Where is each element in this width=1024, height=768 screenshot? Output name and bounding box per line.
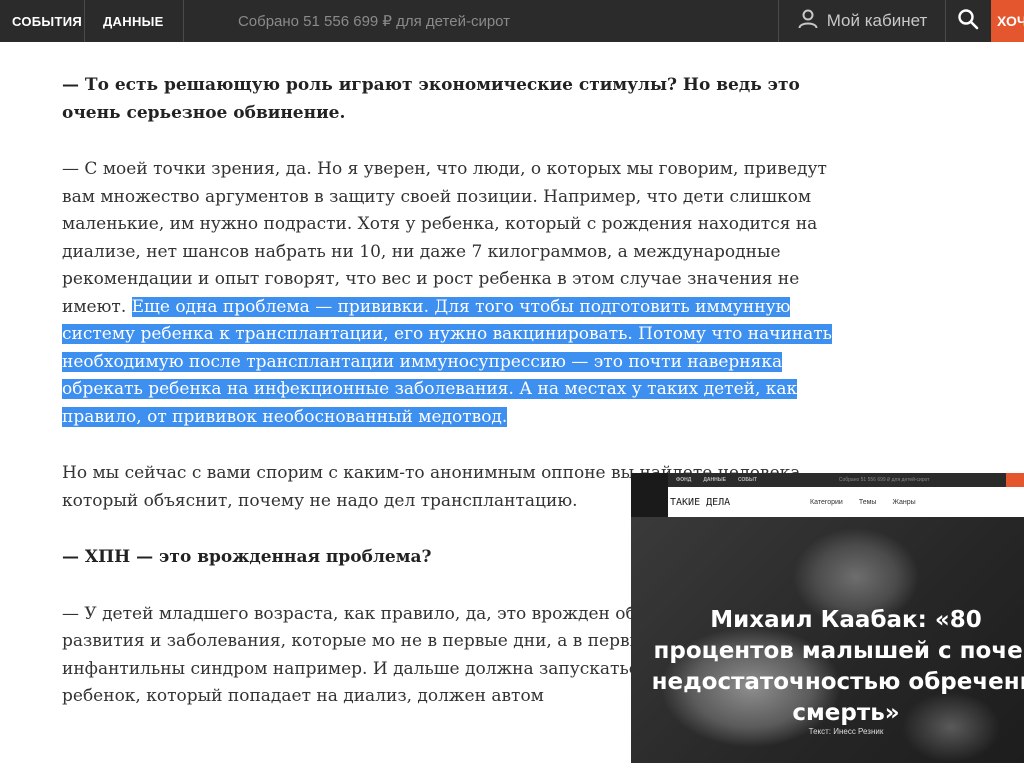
video-menu-categories: Категории: [810, 498, 843, 506]
video-mini-nav-2: ДАННЫЕ: [703, 477, 726, 483]
my-account-button[interactable]: Мой кабинет: [778, 0, 946, 42]
nav-data[interactable]: ДАННЫЕ: [85, 0, 184, 42]
video-mini-nav-3: СОБЫТ: [737, 477, 757, 483]
video-frame-photo: Михаил Каабак: «80 процентов малышей с п…: [631, 517, 1024, 763]
user-icon: [797, 8, 819, 35]
video-title-line-3: недостаточностью обречены: [651, 669, 1024, 695]
search-icon: [957, 8, 979, 34]
search-button[interactable]: [944, 0, 991, 42]
video-author: Текст: Инесс Резник: [808, 727, 884, 736]
my-account-label: Мой кабинет: [826, 11, 928, 30]
video-title-line-4: смерть»: [792, 700, 900, 726]
video-player-overlay[interactable]: ФОНД ДАННЫЕ СОБЫТ Собрано 51 556 699 ₽ д…: [631, 473, 1024, 763]
video-menu-genres: Жанры: [892, 498, 916, 506]
video-title-line-1: Михаил Каабак: «80: [710, 607, 982, 633]
video-menu-topics: Темы: [858, 498, 877, 506]
video-mini-help: [1006, 473, 1024, 487]
video-site-menu: Категории Темы Жанры: [810, 499, 916, 506]
collected-amount[interactable]: Собрано 51 556 699 ₽ для детей-сирот: [184, 0, 564, 42]
video-mini-collected: Собрано 51 556 699 ₽ для детей-сирот: [838, 477, 930, 483]
nav-events[interactable]: СОБЫТИЯ: [0, 0, 85, 42]
video-mini-topbar: ФОНД ДАННЫЕ СОБЫТ Собрано 51 556 699 ₽ д…: [668, 473, 1024, 487]
site-logo: ТАКИЕ ДЕЛА: [670, 496, 731, 508]
video-title: Михаил Каабак: «80 процентов малышей с п…: [631, 605, 1024, 729]
video-site-header: ТАКИЕ ДЕЛА Категории Темы Жанры: [668, 487, 1024, 517]
answer-text: — С моей точки зрения, да. Но я уверен, …: [62, 159, 827, 317]
video-mini-nav-1: ФОНД: [676, 477, 692, 483]
video-title-line-2: процентов малышей с почеч: [653, 638, 1024, 664]
selected-text: Еще одна проблема — прививки. Для того ч…: [62, 296, 832, 427]
help-button[interactable]: ХОЧУ ПОМОЧЬ: [991, 0, 1024, 42]
answer-paragraph: — С моей точки зрения, да. Но я уверен, …: [62, 156, 862, 431]
question-paragraph: — То есть решающую роль играют экономиче…: [62, 75, 800, 123]
